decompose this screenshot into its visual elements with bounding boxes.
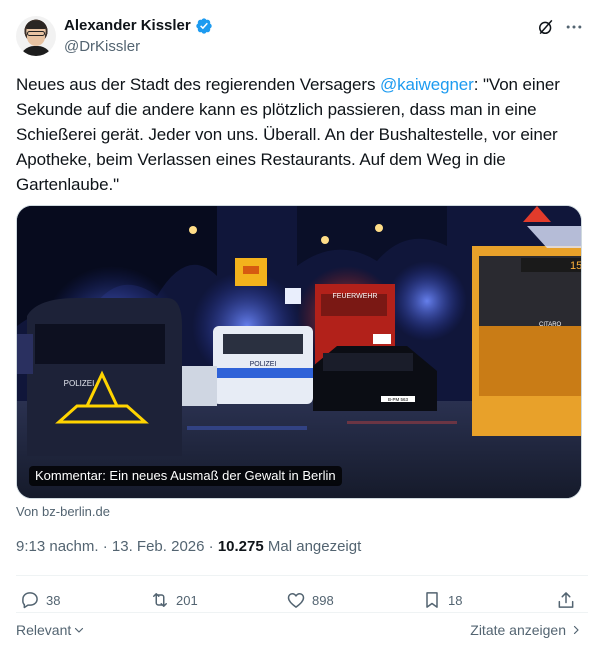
tweet-time[interactable]: 9:13 nachm. (16, 538, 99, 555)
bookmark-count: 18 (448, 592, 463, 608)
media-card[interactable]: FEUERWEHR 15 CITARO POLIZEI B-PM 563 POL… (16, 205, 582, 499)
repost-icon (153, 593, 167, 607)
reply-icon (22, 592, 38, 609)
media-caption: Kommentar: Ein neues Ausmaß der Gewalt i… (29, 466, 342, 486)
relevant-label: Relevant (16, 622, 72, 638)
handle[interactable]: @DrKissler (64, 37, 140, 57)
reply-button[interactable]: 38 (20, 588, 60, 612)
tweet: Alexander Kissler @DrKissler Neues aus d… (0, 0, 604, 654)
sort-relevant-dropdown[interactable]: Relevant (16, 622, 85, 638)
repost-count: 201 (176, 592, 198, 608)
repost-button[interactable]: 201 (150, 588, 198, 612)
share-button[interactable] (556, 588, 576, 612)
meta-separator: · (98, 538, 112, 555)
bus-number: 15 (570, 260, 582, 272)
share-icon (558, 592, 574, 608)
like-icon (287, 593, 305, 608)
display-name-row[interactable]: Alexander Kissler (64, 16, 213, 36)
view-quotes-link[interactable]: Zitate anzeigen (470, 622, 582, 638)
action-bar: 38 201 898 18 (16, 588, 588, 612)
mention-link[interactable]: @kaiwegner (380, 75, 474, 94)
police-van-label: POLIZEI (250, 361, 277, 368)
tweet-text: Neues aus der Stadt des regierenden Vers… (16, 72, 588, 197)
bookmark-button[interactable]: 18 (422, 588, 462, 612)
more-icon[interactable] (564, 17, 584, 37)
meta-separator-2: · (204, 538, 218, 555)
police-car-label: POLIZEI (64, 379, 95, 388)
like-count: 898 (312, 592, 334, 608)
divider-bottom (16, 612, 588, 613)
views-count: 10.275 (217, 538, 264, 555)
plate-label: B-PM 563 (388, 397, 409, 402)
avatar[interactable] (16, 16, 56, 56)
chevron-down-icon (75, 627, 84, 633)
divider-top (16, 575, 588, 576)
grok-icon[interactable] (536, 17, 556, 37)
quotes-label: Zitate anzeigen (470, 622, 566, 638)
display-name[interactable]: Alexander Kissler (64, 16, 191, 36)
tweet-date[interactable]: 13. Feb. 2026 (112, 538, 205, 555)
media-image: FEUERWEHR 15 CITARO POLIZEI B-PM 563 POL… (17, 206, 582, 498)
link-source[interactable]: Von bz-berlin.de (16, 504, 110, 520)
bookmark-icon (426, 592, 438, 608)
views-label: Mal angezeigt (263, 538, 362, 555)
like-button[interactable]: 898 (286, 588, 334, 612)
feuerwehr-label: FEUERWEHR (333, 293, 378, 300)
reply-count: 38 (46, 592, 61, 608)
tweet-meta: 9:13 nachm. · 13. Feb. 2026 · 10.275 Mal… (16, 537, 361, 557)
chevron-right-icon (573, 625, 579, 635)
verified-icon (196, 18, 212, 34)
tweet-text-before: Neues aus der Stadt des regierenden Vers… (16, 75, 380, 94)
